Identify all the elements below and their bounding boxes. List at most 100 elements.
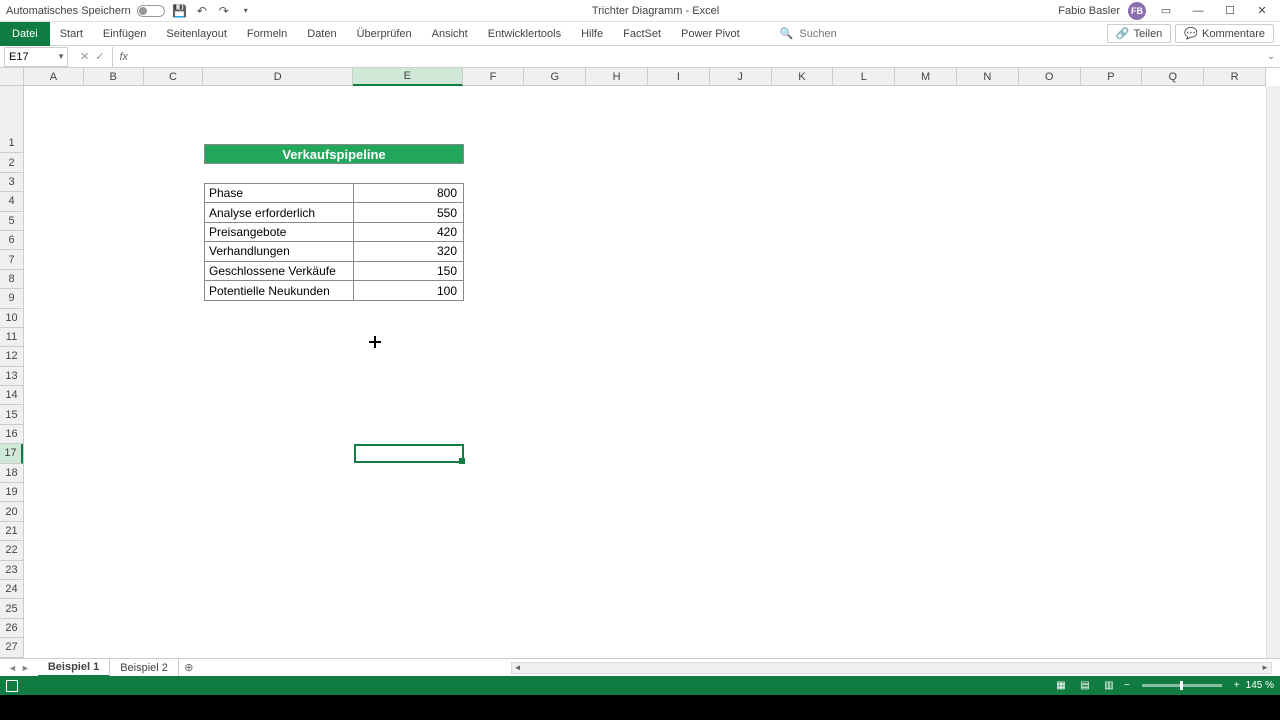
hscroll-right-icon[interactable]: ► [1259,663,1271,673]
col-header-C[interactable]: C [144,68,204,86]
row-header-18[interactable]: 18 [0,464,23,483]
col-header-O[interactable]: O [1019,68,1081,86]
user-avatar[interactable]: FB [1128,2,1146,20]
zoom-in-icon[interactable]: + [1234,680,1240,691]
spreadsheet-grid[interactable]: ABCDEFGHIJKLMNOPQR 123456789101112131415… [0,68,1280,658]
col-header-E[interactable]: E [353,68,463,86]
table-cell-label[interactable]: Analyse erforderlich [205,203,354,221]
row-header-5[interactable]: 5 [0,212,23,231]
hscroll-left-icon[interactable]: ◄ [512,663,524,673]
redo-icon[interactable]: ↷ [217,4,231,18]
row-header-16[interactable]: 16 [0,425,23,444]
vertical-scrollbar[interactable] [1266,86,1280,658]
col-header-J[interactable]: J [710,68,772,86]
name-box[interactable]: E17 ▼ [4,47,68,67]
row-header-2[interactable]: 2 [0,153,23,172]
tab-file[interactable]: Datei [0,22,50,46]
autosave-toggle[interactable]: Automatisches Speichern [6,5,165,17]
sheet-nav-prev-icon[interactable]: ◄ [8,663,17,673]
zoom-out-icon[interactable]: − [1124,680,1130,691]
tab-developer[interactable]: Entwicklertools [478,22,571,46]
sheet-tab-2[interactable]: Beispiel 2 [110,659,179,677]
table-row[interactable]: Preisangebote420 [205,223,463,242]
table-cell-label[interactable]: Potentielle Neukunden [205,281,354,300]
row-header-11[interactable]: 11 [0,328,23,347]
row-header-22[interactable]: 22 [0,541,23,560]
minimize-icon[interactable]: — [1186,1,1210,21]
col-header-Q[interactable]: Q [1142,68,1204,86]
row-header-12[interactable]: 12 [0,347,23,366]
table-cell-label[interactable]: Phase [205,184,354,202]
add-sheet-button[interactable]: ⊕ [179,661,199,674]
row-header-15[interactable]: 15 [0,405,23,424]
table-cell-value[interactable]: 550 [354,203,463,221]
col-header-K[interactable]: K [772,68,834,86]
row-header-27[interactable]: 27 [0,638,23,657]
table-row[interactable]: Analyse erforderlich550 [205,203,463,222]
col-header-F[interactable]: F [463,68,525,86]
row-header-1[interactable]: 1 [0,134,23,153]
undo-icon[interactable]: ↶ [195,4,209,18]
row-header-7[interactable]: 7 [0,250,23,269]
row-header-4[interactable]: 4 [0,192,23,211]
share-button[interactable]: 🔗 Teilen [1107,24,1171,43]
tab-help[interactable]: Hilfe [571,22,613,46]
cells-area[interactable]: Verkaufspipeline Phase800Analyse erforde… [24,86,1266,658]
horizontal-scrollbar[interactable]: ◄ ► [511,662,1272,674]
col-header-I[interactable]: I [648,68,710,86]
table-cell-label[interactable]: Preisangebote [205,223,354,241]
row-header-25[interactable]: 25 [0,599,23,618]
table-cell-label[interactable]: Verhandlungen [205,242,354,260]
table-cell-value[interactable]: 150 [354,262,463,280]
col-header-H[interactable]: H [586,68,648,86]
search-input[interactable] [799,28,899,40]
select-all-corner[interactable] [0,68,24,86]
formula-expand-icon[interactable]: ⌄ [1262,51,1280,62]
view-pagelayout-icon[interactable]: ▤ [1076,679,1094,693]
col-header-M[interactable]: M [895,68,957,86]
tab-powerpivot[interactable]: Power Pivot [671,22,750,46]
row-header-20[interactable]: 20 [0,502,23,521]
tab-formulas[interactable]: Formeln [237,22,297,46]
view-pagebreak-icon[interactable]: ▥ [1100,679,1118,693]
tab-start[interactable]: Start [50,22,93,46]
tab-insert[interactable]: Einfügen [93,22,156,46]
row-header-8[interactable]: 8 [0,270,23,289]
table-row[interactable]: Verhandlungen320 [205,242,463,261]
col-header-R[interactable]: R [1204,68,1266,86]
table-row[interactable]: Potentielle Neukunden100 [205,281,463,300]
row-header-24[interactable]: 24 [0,580,23,599]
col-header-P[interactable]: P [1081,68,1143,86]
row-header-14[interactable]: 14 [0,386,23,405]
view-normal-icon[interactable]: ▦ [1052,679,1070,693]
save-icon[interactable]: 💾 [173,4,187,18]
sheet-tab-1[interactable]: Beispiel 1 [38,659,110,677]
zoom-level[interactable]: 145 % [1246,680,1274,691]
maximize-icon[interactable]: ☐ [1218,1,1242,21]
close-icon[interactable]: ✕ [1250,1,1274,21]
row-header-6[interactable]: 6 [0,231,23,250]
row-header-26[interactable]: 26 [0,619,23,638]
row-header-3[interactable]: 3 [0,173,23,192]
cancel-icon[interactable]: ✕ [80,50,89,63]
row-header-23[interactable]: 23 [0,561,23,580]
table-row[interactable]: Phase800 [205,184,463,203]
formula-input[interactable] [134,51,1262,63]
col-header-G[interactable]: G [524,68,586,86]
col-header-N[interactable]: N [957,68,1019,86]
tab-view[interactable]: Ansicht [422,22,478,46]
table-cell-value[interactable]: 320 [354,242,463,260]
macro-record-icon[interactable] [6,680,18,692]
name-box-dropdown-icon[interactable]: ▼ [57,52,65,61]
table-cell-label[interactable]: Geschlossene Verkäufe [205,262,354,280]
toggle-switch-icon[interactable] [137,5,165,17]
col-header-D[interactable]: D [203,68,353,86]
enter-icon[interactable]: ✓ [95,50,104,63]
table-cell-value[interactable]: 800 [354,184,463,202]
zoom-slider[interactable] [1142,684,1222,687]
tab-review[interactable]: Überprüfen [347,22,422,46]
row-header-17[interactable]: 17 [0,444,23,463]
col-header-A[interactable]: A [24,68,84,86]
col-header-B[interactable]: B [84,68,144,86]
comments-button[interactable]: 💬 Kommentare [1175,24,1274,43]
